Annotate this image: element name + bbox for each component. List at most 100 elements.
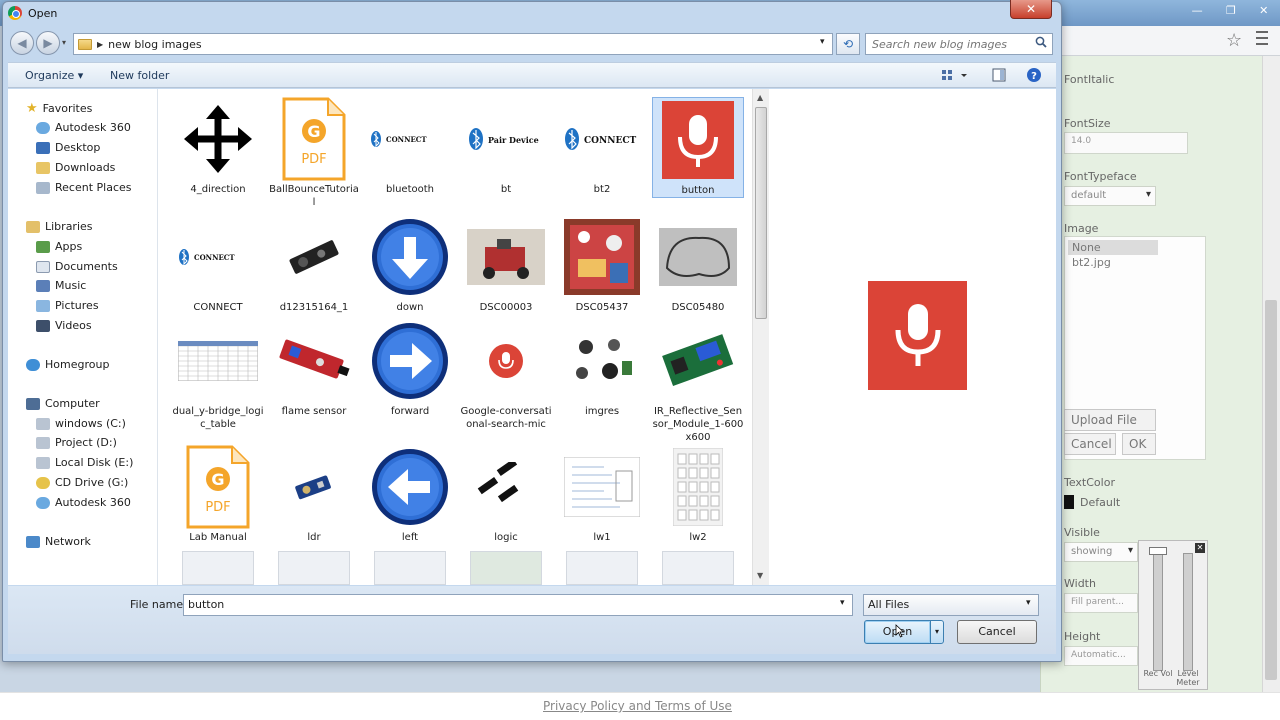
help-icon[interactable]: ?: [1026, 67, 1042, 83]
file-list-scrollbar[interactable]: ▲ ▼: [752, 89, 769, 585]
file-item[interactable]: d12315164_1: [268, 215, 360, 314]
file-item[interactable]: left: [364, 445, 456, 544]
image-option[interactable]: bt2.jpg: [1068, 255, 1158, 270]
image-option[interactable]: None: [1068, 240, 1158, 255]
file-item[interactable]: G PDF Lab Manual: [172, 445, 264, 544]
file-item[interactable]: DSC05480: [652, 215, 744, 314]
file-item[interactable]: DSC00003: [460, 215, 552, 314]
file-item[interactable]: lw1: [556, 445, 648, 544]
rec-vol-knob[interactable]: [1149, 547, 1167, 555]
forward-button[interactable]: ▶: [36, 31, 60, 55]
file-item[interactable]: G PDF BallBounceTutorial: [268, 97, 360, 209]
nav-network[interactable]: Network: [26, 535, 91, 548]
new-folder-button[interactable]: New folder: [110, 69, 169, 82]
file-type-dropdown-icon[interactable]: ▾: [1026, 598, 1031, 608]
nav-item-music[interactable]: Music: [36, 279, 86, 292]
address-bar[interactable]: ▶ new blog images: [73, 33, 833, 55]
breadcrumb-separator-icon[interactable]: ▶: [97, 40, 103, 49]
minimize-icon[interactable]: —: [1192, 4, 1203, 17]
nav-item-drive-g[interactable]: CD Drive (G:): [36, 476, 128, 489]
scroll-up-icon[interactable]: ▲: [757, 93, 763, 102]
upload-file-button[interactable]: Upload File ...: [1064, 409, 1156, 441]
nav-item-recent-places[interactable]: Recent Places: [36, 181, 132, 194]
nav-item-drive-c[interactable]: windows (C:): [36, 417, 126, 430]
view-options-icon[interactable]: [941, 68, 967, 82]
file-item[interactable]: CONNECT bt2: [556, 97, 648, 196]
search-icon[interactable]: [1035, 36, 1047, 48]
nav-item-apps[interactable]: Apps: [36, 240, 82, 253]
file-item[interactable]: 4_direction: [172, 97, 264, 196]
browser-window-controls[interactable]: — ❐ ✕: [1180, 0, 1280, 20]
nav-favorites[interactable]: ★ Favorites: [26, 101, 92, 116]
font-typeface-select[interactable]: default: [1064, 186, 1156, 206]
file-item[interactable]: DSC05437: [556, 215, 648, 314]
file-type-select[interactable]: All Files: [863, 594, 1039, 616]
nav-item-desktop[interactable]: Desktop: [36, 141, 100, 154]
file-thumbnail-partial[interactable]: [374, 551, 446, 585]
file-item[interactable]: logic: [460, 445, 552, 544]
organize-button[interactable]: Organize ▾: [25, 69, 83, 82]
breadcrumb-folder[interactable]: new blog images: [108, 38, 201, 51]
file-thumbnail-partial[interactable]: [566, 551, 638, 585]
file-thumbnail-partial[interactable]: [182, 551, 254, 585]
scroll-down-icon[interactable]: ▼: [757, 571, 763, 580]
dialog-close-button[interactable]: ✕: [1010, 0, 1052, 19]
file-item[interactable]: button: [652, 97, 744, 198]
file-item[interactable]: lw2: [652, 445, 744, 544]
history-dropdown-icon[interactable]: ▾: [62, 38, 66, 47]
bookmark-star-icon[interactable]: ☆: [1226, 30, 1242, 51]
file-item[interactable]: CONNECT bluetooth: [364, 97, 456, 196]
file-item[interactable]: Google-conversational-search-mic: [460, 319, 552, 431]
file-item[interactable]: ldr: [268, 445, 360, 544]
scrollbar-thumb[interactable]: [755, 107, 767, 319]
file-item[interactable]: flame sensor: [268, 319, 360, 418]
nav-computer[interactable]: Computer: [26, 397, 100, 410]
file-item[interactable]: IR_Reflective_Sensor_Module_1-600x600: [652, 319, 744, 444]
address-dropdown-icon[interactable]: ▾: [820, 37, 825, 47]
nav-item-drive-e[interactable]: Local Disk (E:): [36, 456, 133, 469]
page-scrollbar-thumb[interactable]: [1265, 300, 1277, 680]
refresh-button[interactable]: ⟲: [836, 33, 860, 55]
height-input[interactable]: Automatic...: [1064, 646, 1138, 666]
file-item[interactable]: CONNECT CONNECT: [172, 215, 264, 314]
image-ok-button[interactable]: OK: [1122, 433, 1156, 455]
font-size-input[interactable]: 14.0: [1064, 132, 1188, 154]
nav-homegroup[interactable]: Homegroup: [26, 358, 109, 371]
file-thumbnail-partial[interactable]: [278, 551, 350, 585]
nav-item-documents[interactable]: Documents: [36, 260, 118, 273]
nav-item-pictures[interactable]: Pictures: [36, 299, 99, 312]
width-input[interactable]: Fill parent...: [1064, 593, 1138, 613]
file-item[interactable]: down: [364, 215, 456, 314]
nav-item-drive-d[interactable]: Project (D:): [36, 436, 117, 449]
image-cancel-button[interactable]: Cancel: [1064, 433, 1116, 455]
browser-url-bar[interactable]: [1060, 26, 1280, 56]
nav-item-autodesk-360[interactable]: Autodesk 360: [36, 121, 131, 134]
maximize-icon[interactable]: ❐: [1226, 4, 1236, 17]
browser-menu-icon[interactable]: [1256, 31, 1268, 45]
close-icon[interactable]: ✕: [1259, 4, 1268, 17]
search-input[interactable]: [865, 33, 1053, 55]
cancel-button[interactable]: Cancel: [957, 620, 1037, 644]
rec-vol-slider[interactable]: [1153, 553, 1163, 671]
open-options-dropdown-icon[interactable]: ▾: [930, 620, 944, 644]
nav-libraries[interactable]: Libraries: [26, 220, 93, 233]
file-item[interactable]: Pair Device bt: [460, 97, 552, 196]
privacy-policy-link[interactable]: Privacy Policy and Terms of Use: [543, 699, 732, 713]
preview-pane-icon[interactable]: [992, 68, 1006, 82]
text-color-value[interactable]: Default: [1080, 496, 1120, 509]
file-item[interactable]: dual_y-bridge_logic_table: [172, 319, 264, 431]
file-thumbnail-partial[interactable]: [662, 551, 734, 585]
file-thumbnail-partial[interactable]: [470, 551, 542, 585]
mixer-close-icon[interactable]: ✕: [1195, 543, 1205, 553]
visible-select[interactable]: showing: [1064, 542, 1138, 562]
file-item[interactable]: imgres: [556, 319, 648, 418]
nav-item-videos[interactable]: Videos: [36, 319, 92, 332]
back-button[interactable]: ◀: [10, 31, 34, 55]
file-item[interactable]: forward: [364, 319, 456, 418]
file-name-dropdown-icon[interactable]: ▾: [840, 598, 845, 608]
image-picker-list[interactable]: None bt2.jpg: [1068, 240, 1158, 400]
nav-item-downloads[interactable]: Downloads: [36, 161, 115, 174]
file-name-input[interactable]: button: [183, 594, 853, 616]
text-color-swatch[interactable]: [1064, 495, 1074, 509]
nav-item-autodesk-360-drive[interactable]: Autodesk 360: [36, 496, 131, 509]
